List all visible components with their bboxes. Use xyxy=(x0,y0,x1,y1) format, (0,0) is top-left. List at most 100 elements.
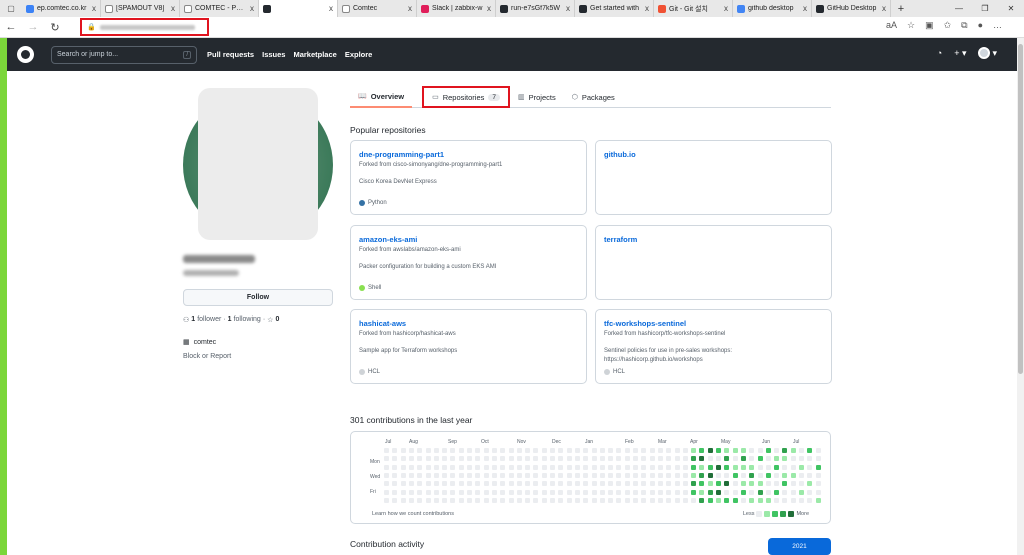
contribution-day[interactable] xyxy=(591,456,597,462)
contribution-day[interactable] xyxy=(682,448,688,453)
contribution-day[interactable] xyxy=(475,481,481,487)
contribution-day[interactable] xyxy=(682,472,688,478)
contribution-day[interactable] xyxy=(608,489,614,495)
contribution-day[interactable] xyxy=(450,497,456,503)
year-2021-button[interactable]: 2021 xyxy=(768,538,831,555)
contribution-day[interactable] xyxy=(799,464,804,470)
contribution-day[interactable] xyxy=(732,448,738,453)
contribution-day[interactable] xyxy=(533,472,539,478)
contribution-day[interactable] xyxy=(716,497,721,503)
contribution-day[interactable] xyxy=(682,497,688,503)
contribution-day[interactable] xyxy=(757,456,763,462)
contribution-day[interactable] xyxy=(649,464,655,470)
contribution-day[interactable] xyxy=(525,472,531,478)
tab-close-icon[interactable]: x xyxy=(566,4,570,13)
contribution-day[interactable] xyxy=(765,481,771,487)
contribution-day[interactable] xyxy=(583,472,589,478)
contribution-day[interactable] xyxy=(591,497,597,503)
contribution-day[interactable] xyxy=(541,489,547,495)
create-new-icon[interactable]: + ▾ xyxy=(954,48,966,59)
contribution-day[interactable] xyxy=(774,448,780,453)
contribution-day[interactable] xyxy=(425,472,431,478)
contribution-day[interactable] xyxy=(508,481,514,487)
browser-tab[interactable]: COMTEC - Porta x xyxy=(180,0,259,17)
maximize-button[interactable]: ❐ xyxy=(972,0,998,17)
collections-icon[interactable]: ⧉ xyxy=(961,20,967,31)
contribution-day[interactable] xyxy=(500,464,506,470)
contribution-day[interactable] xyxy=(442,448,448,453)
contribution-day[interactable] xyxy=(533,456,539,462)
contribution-day[interactable] xyxy=(765,472,771,478)
contribution-day[interactable] xyxy=(533,464,539,470)
contribution-day[interactable] xyxy=(790,456,796,462)
contribution-day[interactable] xyxy=(790,448,796,453)
contribution-day[interactable] xyxy=(749,448,755,453)
contribution-day[interactable] xyxy=(417,497,423,503)
contribution-day[interactable] xyxy=(475,464,481,470)
contribution-day[interactable] xyxy=(657,448,663,453)
contribution-day[interactable] xyxy=(533,481,539,487)
contribution-day[interactable] xyxy=(599,489,605,495)
browser-tab[interactable]: Comtec x xyxy=(338,0,417,17)
contribution-day[interactable] xyxy=(740,448,746,453)
contribution-day[interactable] xyxy=(384,456,389,462)
contribution-day[interactable] xyxy=(508,497,514,503)
contribution-day[interactable] xyxy=(442,489,448,495)
contribution-day[interactable] xyxy=(467,481,472,487)
github-logo-icon[interactable] xyxy=(17,46,34,63)
contribution-day[interactable] xyxy=(533,497,539,503)
contribution-day[interactable] xyxy=(633,472,638,478)
contribution-day[interactable] xyxy=(408,464,414,470)
contribution-day[interactable] xyxy=(757,464,763,470)
followers-count[interactable]: 1 xyxy=(191,316,195,324)
contribution-day[interactable] xyxy=(433,489,439,495)
tab-close-icon[interactable]: x xyxy=(92,4,96,13)
contribution-day[interactable] xyxy=(384,489,389,495)
contribution-day[interactable] xyxy=(649,456,655,462)
contribution-day[interactable] xyxy=(807,448,813,453)
contribution-day[interactable] xyxy=(699,497,705,503)
contribution-day[interactable] xyxy=(450,464,456,470)
contribution-day[interactable] xyxy=(599,464,605,470)
contribution-day[interactable] xyxy=(500,489,506,495)
contribution-day[interactable] xyxy=(765,489,771,495)
contribution-day[interactable] xyxy=(691,497,697,503)
contribution-day[interactable] xyxy=(516,481,522,487)
back-button[interactable]: ← xyxy=(0,21,22,33)
contribution-day[interactable] xyxy=(433,472,439,478)
contribution-day[interactable] xyxy=(707,481,713,487)
contribution-day[interactable] xyxy=(483,456,489,462)
contribution-day[interactable] xyxy=(633,481,638,487)
contribution-day[interactable] xyxy=(467,472,472,478)
contribution-day[interactable] xyxy=(732,481,738,487)
browser-tab[interactable]: x xyxy=(259,0,338,17)
contribution-day[interactable] xyxy=(574,489,580,495)
contribution-day[interactable] xyxy=(782,456,788,462)
contribution-day[interactable] xyxy=(450,481,456,487)
contribution-day[interactable] xyxy=(525,448,531,453)
contribution-day[interactable] xyxy=(740,472,746,478)
contribution-day[interactable] xyxy=(682,489,688,495)
contribution-day[interactable] xyxy=(674,481,680,487)
contribution-day[interactable] xyxy=(799,448,804,453)
contribution-day[interactable] xyxy=(574,456,580,462)
contribution-day[interactable] xyxy=(799,456,804,462)
contribution-day[interactable] xyxy=(425,497,431,503)
tab-close-icon[interactable]: x xyxy=(803,4,807,13)
contribution-day[interactable] xyxy=(799,481,804,487)
contribution-day[interactable] xyxy=(608,464,614,470)
contribution-day[interactable] xyxy=(558,464,564,470)
contribution-day[interactable] xyxy=(491,489,497,495)
contribution-day[interactable] xyxy=(757,481,763,487)
contribution-day[interactable] xyxy=(674,448,680,453)
contribution-day[interactable] xyxy=(417,448,423,453)
contribution-day[interactable] xyxy=(624,489,630,495)
contribution-day[interactable] xyxy=(724,448,730,453)
contribution-day[interactable] xyxy=(749,472,755,478)
repo-name-link[interactable]: tfc-workshops-sentinel xyxy=(604,319,823,328)
contribution-day[interactable] xyxy=(483,448,489,453)
contribution-day[interactable] xyxy=(774,472,780,478)
contribution-day[interactable] xyxy=(566,489,572,495)
contribution-day[interactable] xyxy=(574,448,580,453)
contribution-day[interactable] xyxy=(467,497,472,503)
